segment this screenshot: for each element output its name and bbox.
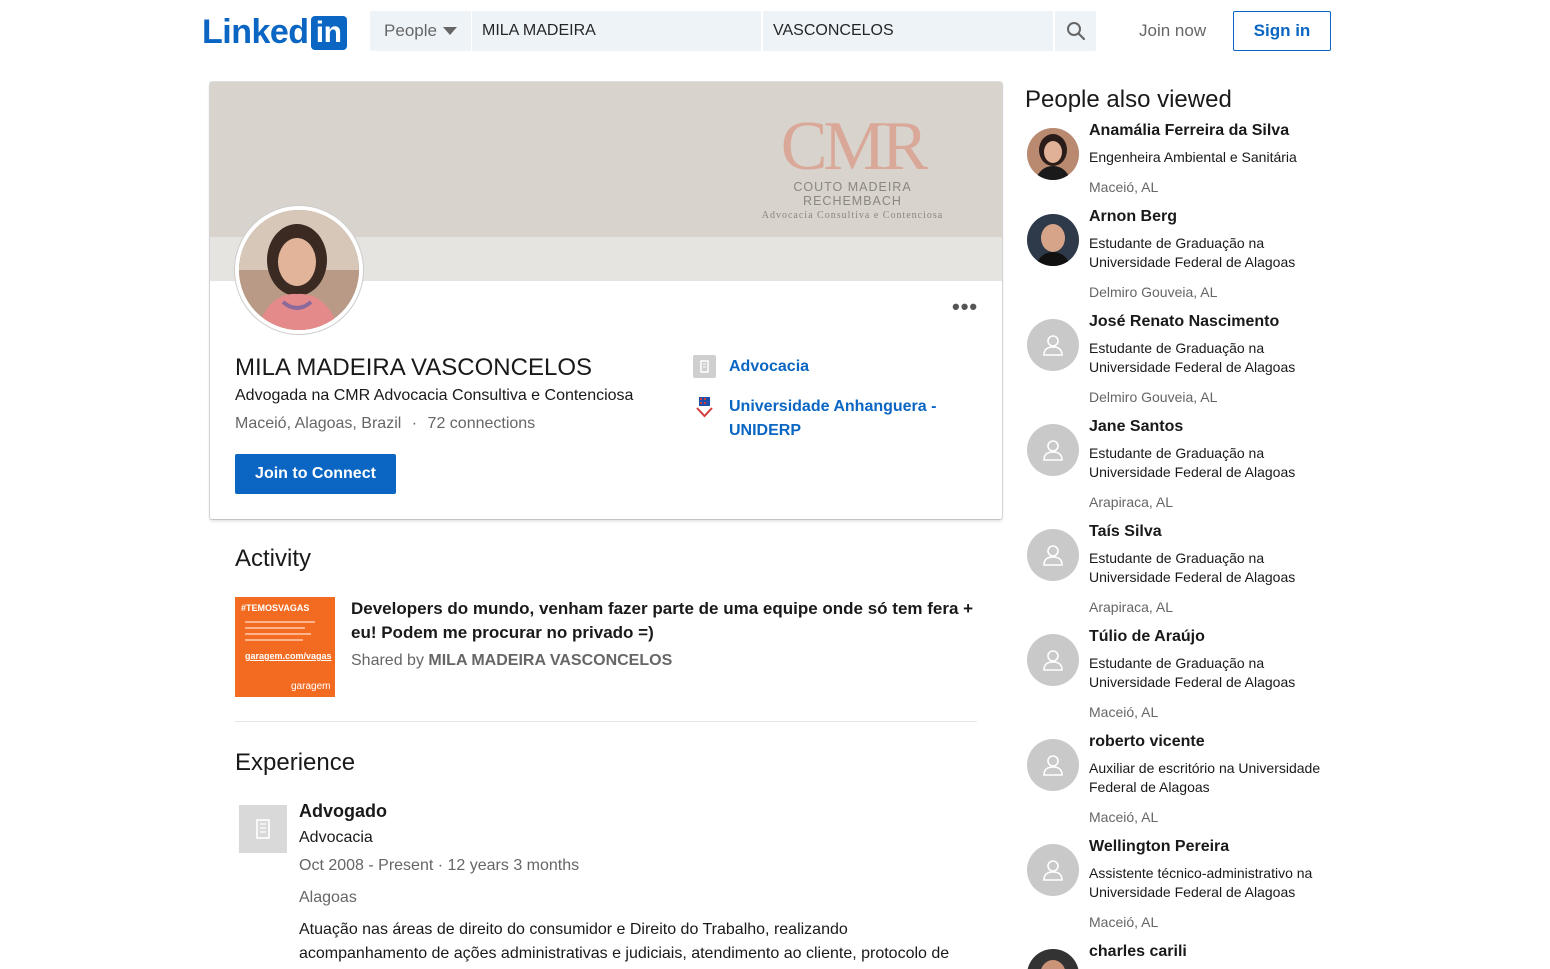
- person-location: Maceió, AL: [1089, 179, 1159, 195]
- shared-by-name: MILA MADEIRA VASCONCELOS: [428, 652, 673, 669]
- last-name-input[interactable]: [763, 11, 1055, 51]
- person-avatar-placeholder: [1027, 739, 1079, 791]
- meta-separator: ·: [411, 415, 418, 432]
- school-link-label: Universidade Anhanguera - UNIDERP: [729, 398, 937, 439]
- profile-photo-illustration: [239, 210, 359, 330]
- person-name: roberto vicente: [1089, 733, 1205, 750]
- experience-description: Atuação nas áreas de direito do consumid…: [299, 921, 950, 962]
- activity-shared-by: Shared by MILA MADEIRA VASCONCELOS: [351, 652, 672, 670]
- activity-thumb-tag: #TEMOSVAGAS: [241, 603, 310, 613]
- person-location: Maceió, AL: [1089, 914, 1159, 930]
- person-avatar-placeholder: [1027, 529, 1079, 581]
- profile-connections: 72 connections: [427, 415, 536, 432]
- person-headline: Engenheira Ambiental e Sanitária: [1089, 149, 1297, 165]
- current-company-link[interactable]: Advocacia: [693, 355, 939, 379]
- shared-by-label: Shared by: [351, 652, 424, 669]
- experience-dates: Oct 2008 - Present · 12 years 3 months: [299, 857, 580, 874]
- person-name: Anamália Ferreira da Silva: [1089, 122, 1290, 139]
- school-link[interactable]: Universidade Anhanguera - UNIDERP: [693, 395, 939, 443]
- search-type-label: People: [384, 21, 437, 40]
- experience-location: Alagoas: [299, 889, 357, 906]
- people-search-bar: People: [370, 11, 1096, 51]
- person-name: Jane Santos: [1089, 418, 1184, 435]
- person-placeholder-icon: [1043, 650, 1063, 671]
- join-now-link[interactable]: Join now: [1139, 21, 1206, 41]
- activity-thumb-url: garagem.com/vagas: [245, 651, 332, 661]
- logo-in-box: in: [310, 15, 347, 50]
- activity-heading: Activity: [235, 545, 312, 572]
- person-location: Arapiraca, AL: [1089, 494, 1174, 510]
- caret-down-icon: [442, 27, 457, 35]
- experience-company: Advocacia: [299, 829, 373, 846]
- activity-thumb-brand: garagem: [291, 681, 331, 692]
- school-logo-icon: [693, 395, 716, 418]
- person-avatar: [1027, 128, 1079, 180]
- person-headline: Estudante de Graduação na Universidade F…: [1089, 235, 1296, 270]
- person-name: Túlio de Araújo: [1089, 628, 1205, 645]
- banner-mark: CMR: [780, 108, 929, 185]
- logo-text: Linked: [202, 13, 309, 51]
- profile-location: Maceió, Alagoas, Brazil: [235, 415, 402, 432]
- activity-post-title[interactable]: Developers do mundo, venham fazer parte …: [351, 597, 981, 645]
- person-name: Arnon Berg: [1089, 208, 1177, 225]
- profile-photo: [235, 206, 363, 334]
- people-also-viewed-heading: People also viewed: [1025, 86, 1232, 113]
- person-placeholder-icon: [1043, 545, 1063, 566]
- person-name: Wellington Pereira: [1089, 838, 1230, 855]
- more-options-icon[interactable]: •••: [952, 294, 978, 320]
- person-name: José Renato Nascimento: [1089, 313, 1280, 330]
- company-building-icon: [256, 819, 270, 839]
- experience-role: Advogado: [299, 801, 387, 821]
- person-avatar-placeholder: [1027, 634, 1079, 686]
- person-headline: Assistente técnico-administrativo na Uni…: [1089, 865, 1313, 900]
- activity-post-image[interactable]: #TEMOSVAGAS garagem.com/vagas garagem: [235, 597, 335, 697]
- banner-company-logo: CMR COUTO MADEIRA RECHEMBACH Advocacia C…: [745, 108, 960, 222]
- profile-card: CMR COUTO MADEIRA RECHEMBACH Advocacia C…: [210, 82, 1002, 519]
- search-button[interactable]: [1055, 11, 1096, 51]
- banner-company-name: COUTO MADEIRA RECHEMBACH: [793, 180, 912, 208]
- person-headline: Estudante de Graduação na Universidade F…: [1089, 445, 1296, 480]
- person-placeholder-icon: [1043, 335, 1063, 356]
- company-building-icon: [693, 355, 716, 378]
- person-location: Delmiro Gouveia, AL: [1089, 284, 1218, 300]
- person-placeholder-icon: [1043, 860, 1063, 881]
- company-link-label: Advocacia: [729, 358, 810, 375]
- search-icon: [1066, 22, 1085, 41]
- person-headline: Estudante de Graduação na Universidade F…: [1089, 550, 1296, 585]
- person-location: Maceió, AL: [1089, 809, 1159, 825]
- person-headline: Estudante de Graduação na Universidade F…: [1089, 655, 1296, 690]
- person-location: Delmiro Gouveia, AL: [1089, 389, 1218, 405]
- banner-tagline: Advocacia Consultiva e Contenciosa: [761, 210, 944, 221]
- person-avatar-placeholder: [1027, 844, 1079, 896]
- person-placeholder-icon: [1043, 755, 1063, 776]
- first-name-input[interactable]: [472, 11, 763, 51]
- person-name: charles carili: [1089, 943, 1187, 960]
- person-location: Maceió, AL: [1089, 704, 1159, 720]
- sign-in-button[interactable]: Sign in: [1233, 11, 1331, 51]
- section-divider: [235, 721, 977, 722]
- experience-heading: Experience: [235, 749, 356, 776]
- profile-name: MILA MADEIRA VASCONCELOS: [235, 354, 592, 381]
- search-type-dropdown[interactable]: People: [370, 11, 472, 51]
- person-name: Taís Silva: [1089, 523, 1162, 540]
- person-location: Arapiraca, AL: [1089, 599, 1174, 615]
- person-headline: Auxiliar de escritório na Universidade F…: [1089, 760, 1321, 795]
- join-to-connect-button[interactable]: Join to Connect: [235, 454, 396, 494]
- person-avatar-placeholder: [1027, 424, 1079, 476]
- linkedin-logo[interactable]: Linked in: [202, 13, 347, 52]
- person-avatar-placeholder: [1027, 319, 1079, 371]
- person-headline: Estudante de Graduação na Universidade F…: [1089, 340, 1296, 375]
- profile-headline: Advogada na CMR Advocacia Consultiva e C…: [235, 387, 634, 404]
- profile-meta: Maceió, Alagoas, Brazil · 72 connections: [235, 415, 535, 433]
- person-avatar: [1027, 949, 1079, 969]
- person-avatar: [1027, 214, 1079, 266]
- experience-company-logo: [239, 805, 287, 853]
- top-nav: Linked in People Join now Sign in: [0, 0, 1550, 64]
- person-placeholder-icon: [1043, 440, 1063, 461]
